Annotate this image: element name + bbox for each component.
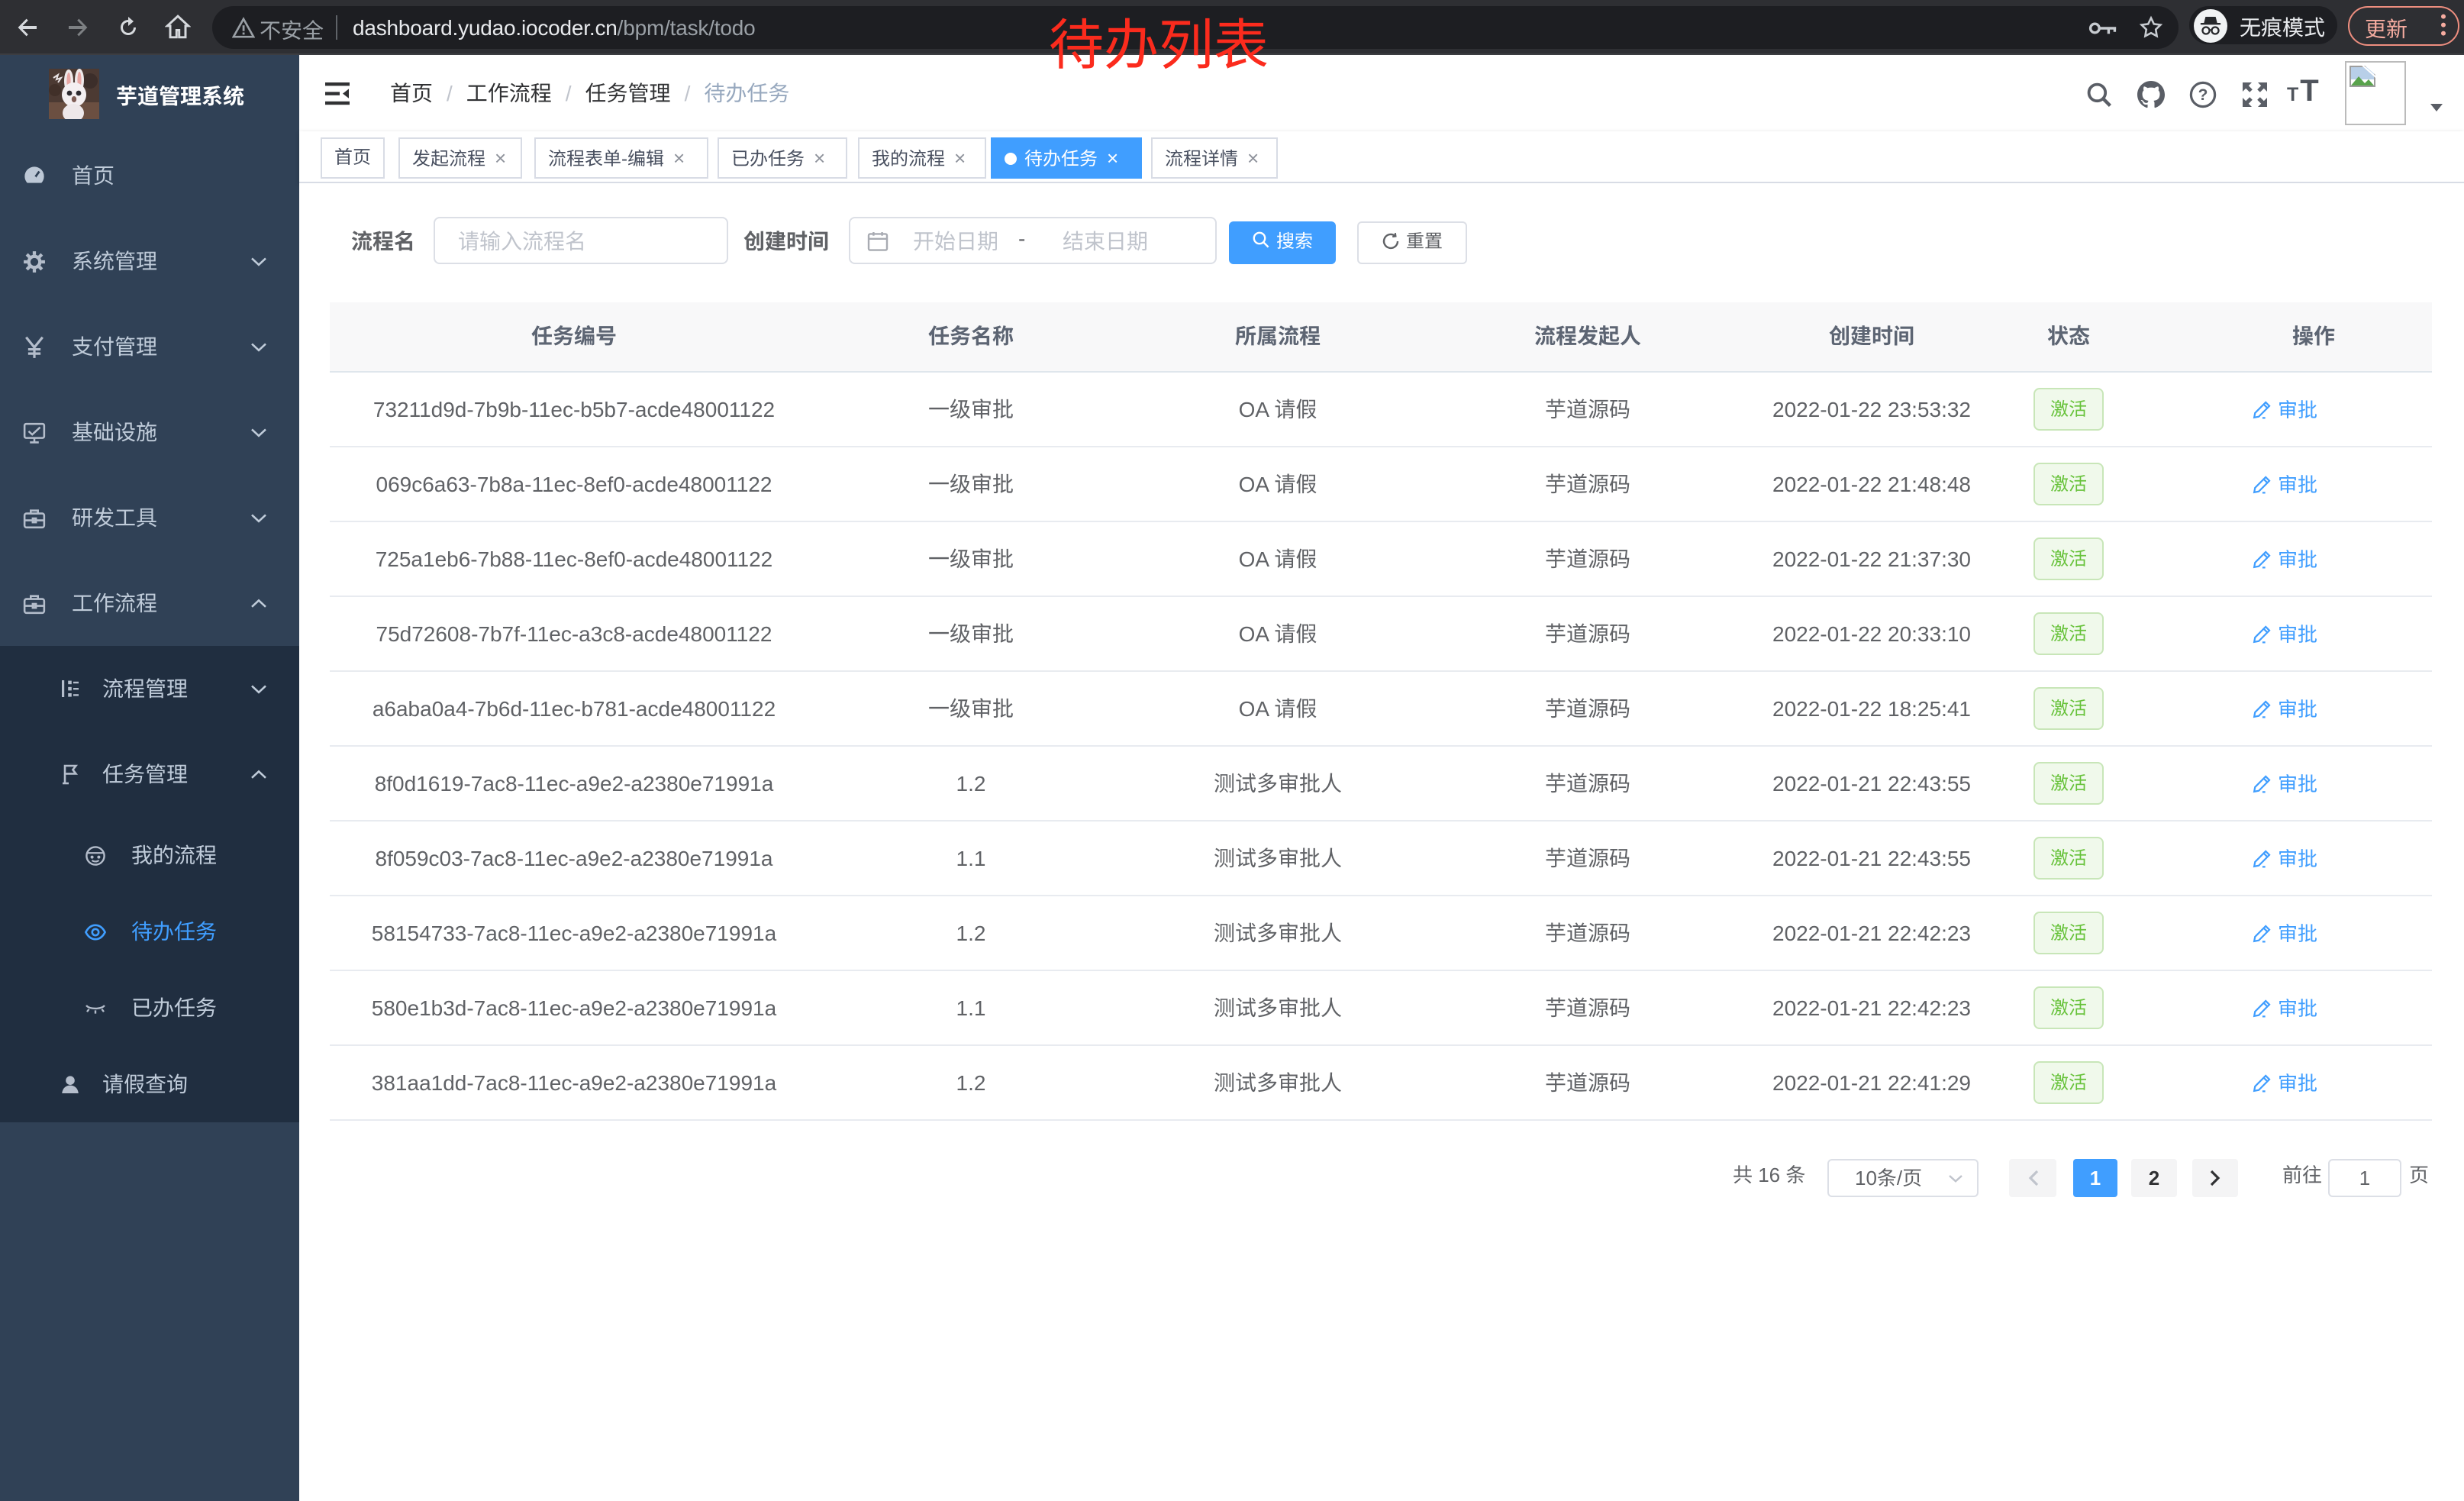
svg-text:?: ? (2198, 86, 2208, 104)
